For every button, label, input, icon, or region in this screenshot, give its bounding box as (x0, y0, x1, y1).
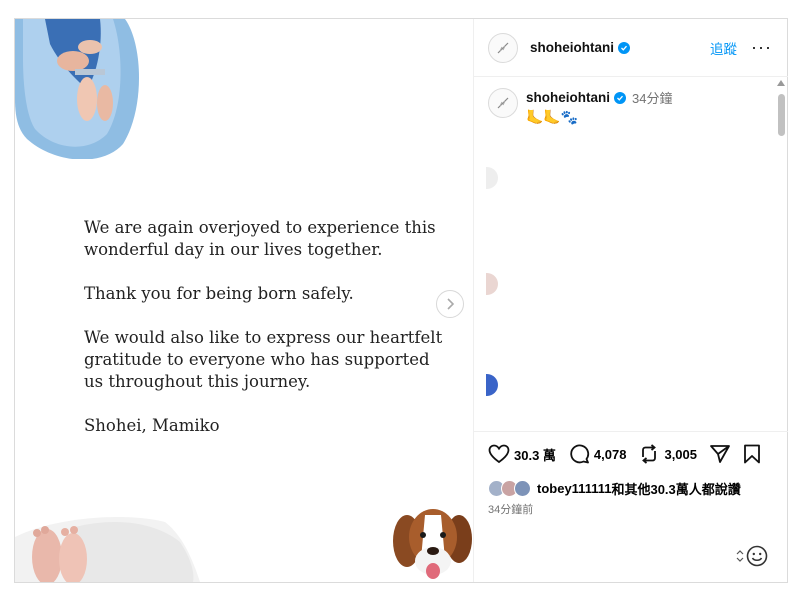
post-actions: 30.3 萬 4,078 3,005 tobey111111 和其他30.3萬人… (474, 431, 788, 582)
caption-text: 🦶🦶🐾 (526, 109, 579, 125)
emoji-picker-button[interactable] (736, 545, 768, 567)
letter-signature: Shohei, Mamiko (84, 416, 220, 435)
chevron-right-icon (447, 298, 455, 310)
verified-badge-icon (614, 91, 626, 104)
scroll-up-icon[interactable] (777, 80, 785, 86)
caption-time[interactable]: 34分鐘 (632, 88, 672, 107)
letter-text: We are again overjoyed to experience thi… (84, 217, 444, 459)
caption: shoheiohtani 34分鐘 🦶🦶🐾 (488, 88, 672, 126)
caption-avatar[interactable] (488, 88, 518, 118)
repost-icon (642, 444, 657, 464)
post-header: shoheiohtani 追蹤 ··· (474, 19, 788, 77)
post-modal: We are again overjoyed to experience thi… (14, 18, 788, 583)
avatar-logo-icon (497, 97, 509, 109)
posted-time[interactable]: 34分鐘前 (488, 501, 533, 517)
comment-avatar[interactable] (486, 374, 498, 396)
next-image-button[interactable] (436, 290, 464, 318)
avatar[interactable] (488, 32, 518, 63)
letter-paragraph-3: We would also like to express our heartf… (84, 328, 443, 391)
sort-arrows-icon (736, 550, 744, 562)
baby-blanket-illustration (15, 19, 139, 159)
repost-button[interactable]: 3,005 (638, 444, 697, 464)
letter-paragraph-2: Thank you for being born safely. (84, 284, 354, 303)
header-username[interactable]: shoheiohtani (530, 40, 614, 55)
reposts-count: 3,005 (664, 446, 698, 462)
liker-username[interactable]: tobey111111 (537, 481, 611, 496)
send-icon (710, 445, 730, 463)
comments-count: 4,078 (593, 446, 627, 462)
caption-username[interactable]: shoheiohtani (526, 90, 610, 105)
bookmark-icon (744, 444, 760, 464)
heart-icon (488, 444, 510, 464)
comments-scrollbar[interactable] (776, 80, 786, 430)
save-button[interactable] (743, 444, 765, 464)
comment-avatar[interactable] (486, 273, 498, 295)
comment-avatar[interactable] (486, 167, 498, 189)
follow-button[interactable]: 追蹤 (710, 38, 737, 58)
likes-summary: tobey111111 和其他30.3萬人都說讚 (488, 479, 741, 498)
verified-badge-icon (618, 41, 630, 54)
share-button[interactable] (709, 444, 735, 464)
post-side-panel: shoheiohtani 追蹤 ··· shoheiohtani 34分鐘 🦶🦶… (473, 19, 788, 582)
liker-avatar[interactable] (514, 480, 531, 497)
post-image[interactable]: We are again overjoyed to experience thi… (15, 19, 473, 582)
likes-summary-text[interactable]: 和其他30.3萬人都說讚 (611, 479, 740, 498)
comment-button[interactable]: 4,078 (568, 444, 627, 464)
comment-icon (570, 444, 589, 464)
avatar-logo-icon (497, 42, 509, 53)
likes-count: 30.3 萬 (514, 447, 556, 463)
like-button[interactable]: 30.3 萬 (488, 444, 556, 464)
baby-feet-illustration (15, 517, 200, 582)
smiley-icon (746, 545, 768, 567)
dog-illustration (393, 509, 472, 579)
letter-paragraph-1: We are again overjoyed to experience thi… (84, 218, 436, 259)
action-bar: 30.3 萬 4,078 3,005 (488, 444, 777, 464)
more-options-button[interactable]: ··· (751, 37, 772, 58)
scroll-thumb[interactable] (778, 94, 785, 136)
comments-area: shoheiohtani 34分鐘 🦶🦶🐾 (474, 77, 788, 431)
